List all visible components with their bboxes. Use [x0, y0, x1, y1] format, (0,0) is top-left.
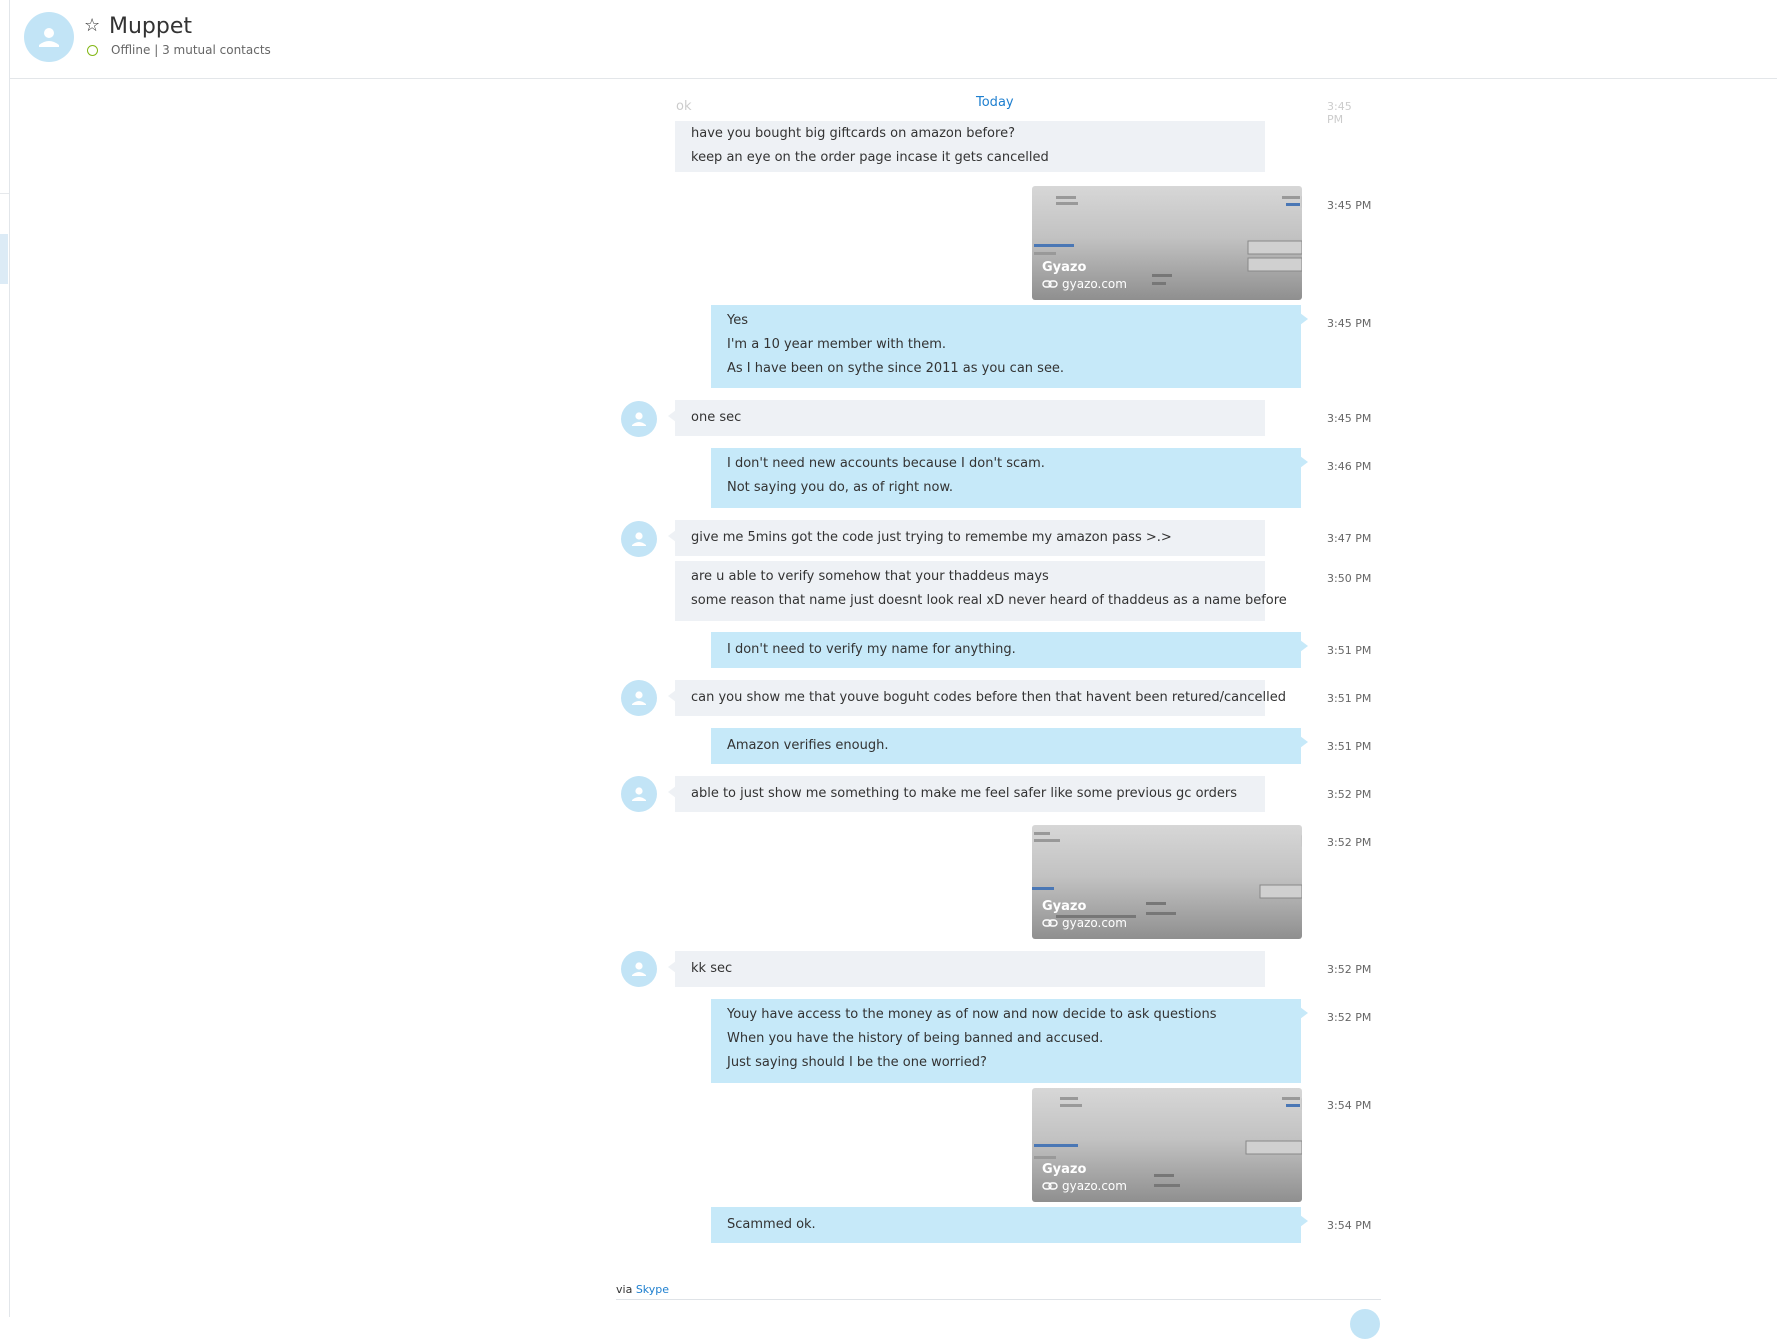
status-separator: | [154, 43, 159, 57]
message-line: some reason that name just doesnt look r… [691, 593, 1287, 608]
message-time: 3:45 PM [1327, 412, 1372, 425]
incoming-message[interactable]: kk sec [668, 951, 1265, 987]
date-divider: Today [976, 95, 1014, 110]
incoming-message[interactable]: can you show me that youve boguht codes … [668, 680, 1286, 716]
person-icon [39, 28, 59, 47]
scrolled-message-faded: ok 3:45 PM [620, 92, 1352, 126]
message-line: give me 5mins got the code just trying t… [691, 530, 1172, 545]
message-line: Amazon verifies enough. [727, 738, 889, 753]
message-line: I don't need new accounts because I don'… [727, 456, 1045, 471]
message-line: one sec [691, 410, 742, 425]
message-line: Scammed ok. [727, 1217, 816, 1232]
preview-domain: gyazo.com [1062, 916, 1127, 930]
presence-label: Offline [111, 43, 151, 57]
incoming-message[interactable]: are u able to verify somehow that your t… [675, 561, 1287, 621]
message-line: are u able to verify somehow that your t… [691, 569, 1049, 584]
preview-domain: gyazo.com [1062, 1179, 1127, 1193]
outgoing-message[interactable]: Amazon verifies enough. [711, 728, 1308, 764]
message-line: able to just show me something to make m… [691, 786, 1238, 801]
link-icon [1042, 919, 1058, 927]
via-skype-note: via Skype [616, 1283, 669, 1296]
message-time: 3:51 PM [1327, 692, 1372, 705]
message-time: 3:45 PM [1327, 199, 1372, 212]
incoming-message[interactable]: give me 5mins got the code just trying t… [668, 520, 1265, 556]
person-icon [632, 787, 646, 801]
composer-avatar[interactable] [1350, 1309, 1380, 1339]
message-time: 3:52 PM [1327, 788, 1372, 801]
link-icon [1042, 1182, 1058, 1190]
message-line: kk sec [691, 961, 733, 976]
message-line: I'm a 10 year member with them. [727, 337, 947, 352]
message-line: Youy have access to the money as of now … [727, 1007, 1217, 1022]
sender-avatar[interactable] [621, 401, 657, 437]
message-time: 3:54 PM [1327, 1219, 1372, 1232]
outgoing-message[interactable]: Scammed ok. [711, 1207, 1308, 1243]
incoming-message[interactable]: able to just show me something to make m… [668, 776, 1265, 812]
incoming-message[interactable]: have you bought big giftcards on amazon … [675, 121, 1265, 172]
outgoing-message[interactable]: Yes I'm a 10 year member with them. As I… [711, 305, 1308, 388]
faded-message-text: ok [676, 99, 692, 114]
message-time: 3:52 PM [1327, 836, 1372, 849]
outgoing-message[interactable]: Youy have access to the money as of now … [711, 999, 1308, 1083]
contact-name[interactable]: Muppet [109, 14, 192, 39]
mutual-contacts-link[interactable]: 3 mutual contacts [162, 43, 271, 57]
sender-avatar[interactable] [621, 680, 657, 716]
message-line: have you bought big giftcards on amazon … [691, 126, 1015, 141]
faded-message-time: 3:45 PM [1327, 100, 1352, 126]
contact-status: Offline | 3 mutual contacts [111, 43, 271, 57]
person-icon [632, 532, 646, 546]
contact-avatar[interactable] [24, 12, 74, 62]
message-time: 3:45 PM [1327, 317, 1372, 330]
skype-link[interactable]: Skype [636, 1283, 669, 1296]
sidebar-divider [0, 193, 9, 194]
composer-divider [616, 1299, 1381, 1300]
message-time: 3:47 PM [1327, 532, 1372, 545]
message-time: 3:50 PM [1327, 572, 1372, 585]
message-line: Yes [727, 313, 748, 328]
link-icon [1042, 280, 1058, 288]
message-time: 3:54 PM [1327, 1099, 1372, 1112]
preview-site-name: Gyazo [1042, 1162, 1087, 1177]
message-time: 3:51 PM [1327, 644, 1372, 657]
message-time: 3:46 PM [1327, 460, 1372, 473]
preview-domain: gyazo.com [1062, 277, 1127, 291]
person-icon [632, 962, 646, 976]
outgoing-message[interactable]: I don't need new accounts because I don'… [711, 448, 1308, 508]
person-icon [632, 412, 646, 426]
image-link-preview[interactable]: Gyazo gyazo.com [1032, 186, 1302, 300]
sidebar-edge [0, 0, 10, 1317]
image-link-preview[interactable]: Gyazo gyazo.com [1032, 1088, 1302, 1202]
message-time: 3:52 PM [1327, 1011, 1372, 1024]
sidebar-selected-indicator[interactable] [0, 234, 8, 284]
message-line: When you have the history of being banne… [727, 1031, 1104, 1046]
outgoing-message[interactable]: I don't need to verify my name for anyth… [711, 632, 1308, 668]
message-line: As I have been on sythe since 2011 as yo… [727, 361, 1065, 376]
sender-avatar[interactable] [621, 776, 657, 812]
message-line: I don't need to verify my name for anyth… [727, 642, 1016, 657]
preview-site-name: Gyazo [1042, 899, 1087, 914]
favorite-star-icon[interactable]: ☆ [84, 16, 100, 36]
via-label: via [616, 1283, 633, 1296]
presence-status-icon [87, 45, 98, 56]
message-line: Just saying should I be the one worried? [727, 1055, 987, 1070]
message-line: can you show me that youve boguht codes … [691, 690, 1286, 705]
message-line: Not saying you do, as of right now. [727, 480, 954, 495]
conversation-header: ☆ Muppet Offline | 3 mutual contacts [10, 0, 1777, 79]
preview-site-name: Gyazo [1042, 260, 1087, 275]
image-link-preview[interactable]: Gyazo gyazo.com [1032, 825, 1302, 939]
message-time: 3:51 PM [1327, 740, 1372, 753]
sender-avatar[interactable] [621, 521, 657, 557]
sender-avatar[interactable] [621, 951, 657, 987]
incoming-message[interactable]: one sec [668, 400, 1265, 436]
message-line: keep an eye on the order page incase it … [691, 150, 1049, 165]
message-time: 3:52 PM [1327, 963, 1372, 976]
person-icon [632, 691, 646, 705]
